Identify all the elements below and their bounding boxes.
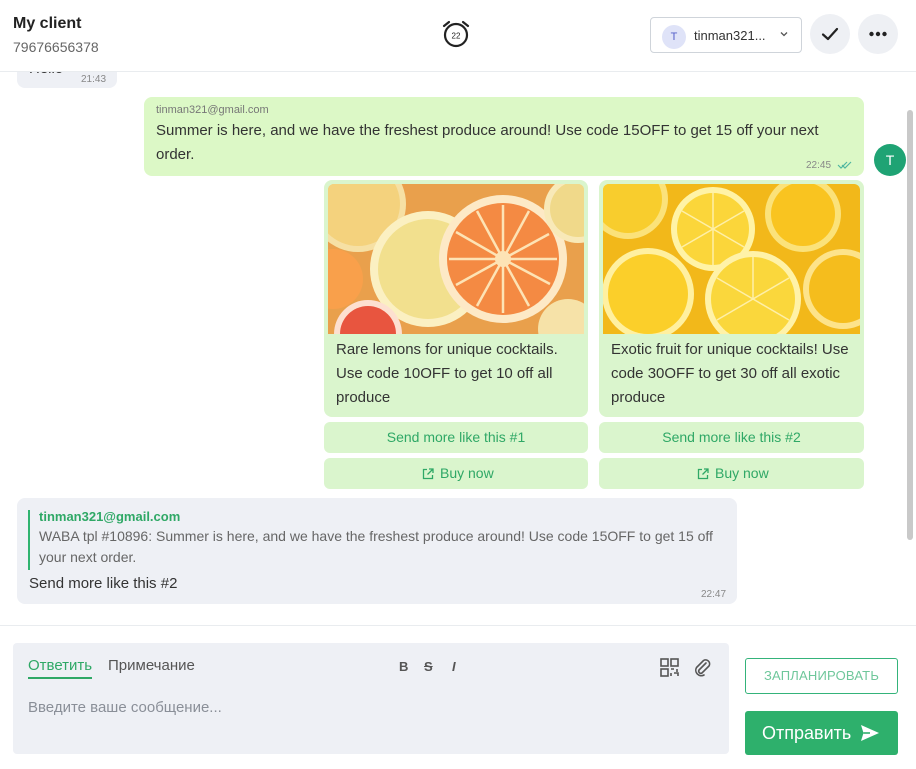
composer: Ответить Примечание B S I (13, 643, 729, 754)
buy-now-button-2[interactable]: Buy now (599, 458, 864, 489)
agent-avatar: T (662, 25, 686, 49)
schedule-button[interactable]: ЗАПЛАНИРОВАТЬ (745, 658, 898, 694)
card-image-lemons (603, 184, 860, 334)
quick-reply-button-1[interactable]: Send more like this #1 (324, 422, 588, 453)
message-text: Send more like this #2 (29, 575, 178, 592)
quoted-text: WABA tpl #10896: Summer is here, and we … (39, 528, 713, 565)
quick-reply-button-2[interactable]: Send more like this #2 (599, 422, 864, 453)
timer-value: 22 (452, 32, 461, 41)
client-name: My client (13, 15, 82, 32)
quoted-sender: tinman321@gmail.com (39, 509, 181, 524)
alarm-clock-icon[interactable]: 22 (441, 19, 471, 49)
card-text: Exotic fruit for unique cocktails! Use c… (611, 341, 849, 406)
message-list[interactable]: Hello 21:43 tinman321@gmail.com Summer i… (0, 72, 916, 625)
chevron-down-icon (780, 32, 788, 37)
card-text: Rare lemons for unique cocktails. Use co… (336, 341, 558, 406)
agent-name: tinman321... (694, 28, 766, 43)
tab-note[interactable]: Примечание (108, 657, 195, 674)
tab-reply[interactable]: Ответить (28, 657, 93, 679)
composer-area: Ответить Примечание B S I ЗАПЛАНИРОВАТЬ … (0, 625, 916, 769)
message-outgoing: tinman321@gmail.com Summer is here, and … (144, 97, 864, 176)
buy-now-label: Buy now (440, 465, 494, 481)
attachment-icon[interactable] (691, 657, 713, 679)
agent-avatar-message: T (874, 144, 906, 176)
bold-button[interactable]: B (399, 659, 408, 674)
card-image-grapefruit-lemon (328, 184, 584, 334)
external-link-icon (422, 468, 434, 480)
client-phone: 79676656378 (13, 39, 99, 55)
resolve-button[interactable] (810, 14, 850, 54)
templates-grid-icon[interactable] (659, 657, 681, 679)
quote-bar (28, 510, 30, 570)
scrollbar[interactable] (907, 110, 913, 540)
check-icon (821, 27, 839, 41)
message-text: Hello (29, 72, 63, 81)
message-incoming-prev: Hello 21:43 (17, 72, 117, 88)
italic-button[interactable]: I (452, 659, 456, 674)
message-time: 22:45 (806, 160, 832, 171)
buy-now-label: Buy now (715, 465, 769, 481)
more-options-button[interactable] (858, 14, 898, 54)
buy-now-button-1[interactable]: Buy now (324, 458, 588, 489)
message-incoming-reply: tinman321@gmail.com WABA tpl #10896: Sum… (17, 498, 737, 604)
send-button[interactable]: Отправить (745, 711, 898, 755)
message-time: 22:47 (701, 589, 727, 600)
message-text: Summer is here, and we have the freshest… (156, 122, 819, 163)
message-input[interactable] (28, 695, 708, 719)
external-link-icon (697, 468, 709, 480)
agent-select[interactable]: T tinman321... (650, 17, 802, 53)
send-label: Отправить (762, 723, 852, 743)
carousel-card-2: Exotic fruit for unique cocktails! Use c… (599, 180, 864, 417)
chat-header: My client 79676656378 22 T tinman321... (0, 0, 916, 72)
message-time: 21:43 (81, 74, 107, 85)
carousel-card-1: Rare lemons for unique cocktails. Use co… (324, 180, 588, 417)
message-sender: tinman321@gmail.com (156, 104, 269, 116)
double-check-read-icon (837, 161, 852, 169)
strikethrough-button[interactable]: S (424, 659, 433, 674)
send-icon (861, 725, 879, 741)
more-dots-icon (869, 31, 887, 37)
